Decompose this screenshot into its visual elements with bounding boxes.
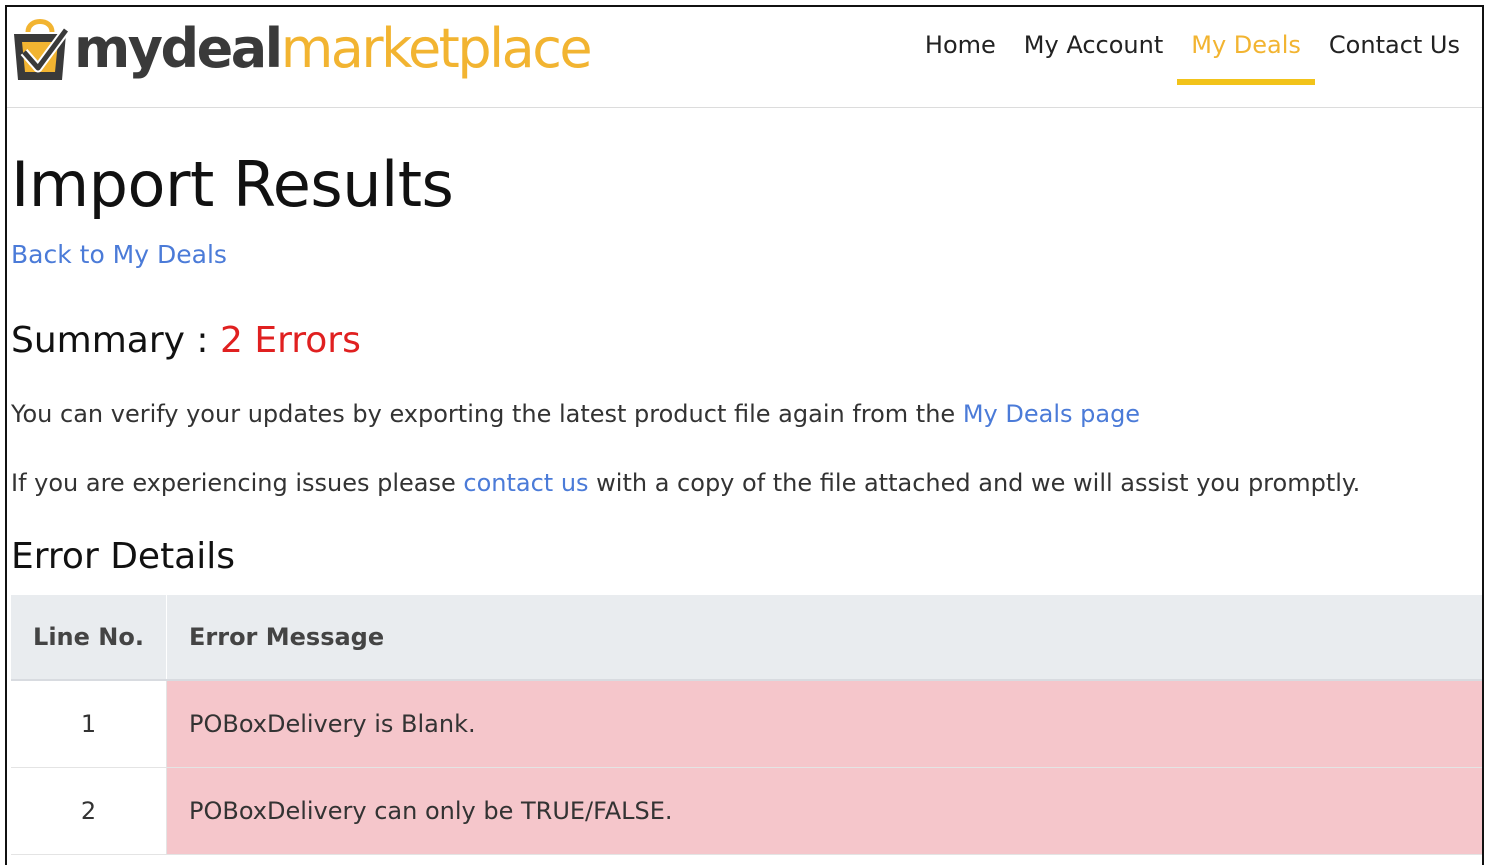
table-row: 2 POBoxDelivery can only be TRUE/FALSE. bbox=[11, 767, 1482, 855]
verify-paragraph: You can verify your updates by exporting… bbox=[11, 400, 1140, 428]
my-deals-page-link[interactable]: My Deals page bbox=[963, 400, 1140, 428]
line-number-cell: 1 bbox=[11, 680, 167, 768]
column-header-error-message: Error Message bbox=[166, 595, 1482, 681]
error-details-table: Line No. Error Message 1 POBoxDelivery i… bbox=[11, 595, 1482, 855]
error-count: 2 Errors bbox=[220, 320, 361, 361]
contact-us-link[interactable]: contact us bbox=[463, 469, 588, 497]
table-header-row: Line No. Error Message bbox=[11, 595, 1482, 681]
error-message-cell: POBoxDelivery can only be TRUE/FALSE. bbox=[166, 767, 1482, 855]
main-nav: Home My Account My Deals Contact Us bbox=[911, 25, 1474, 85]
nav-home[interactable]: Home bbox=[911, 25, 1010, 85]
logo-text-mydeal: mydeal bbox=[74, 17, 283, 80]
column-header-line-no: Line No. bbox=[11, 595, 167, 681]
issues-text-post: with a copy of the file attached and we … bbox=[588, 469, 1361, 497]
summary-label: Summary : bbox=[11, 320, 220, 361]
logo-wordmark: mydealmarketplace bbox=[74, 22, 593, 76]
issues-paragraph: If you are experiencing issues please co… bbox=[11, 469, 1360, 497]
error-message-cell: POBoxDelivery is Blank. bbox=[166, 680, 1482, 768]
site-logo[interactable]: mydealmarketplace bbox=[12, 9, 593, 89]
issues-text-pre: If you are experiencing issues please bbox=[11, 469, 464, 497]
nav-my-account[interactable]: My Account bbox=[1010, 25, 1177, 85]
nav-my-deals[interactable]: My Deals bbox=[1177, 25, 1315, 85]
page-title: Import Results bbox=[11, 148, 454, 221]
nav-contact-us[interactable]: Contact Us bbox=[1315, 25, 1474, 85]
summary-heading: Summary : 2 Errors bbox=[11, 320, 361, 361]
error-details-heading: Error Details bbox=[11, 536, 235, 577]
verify-text: You can verify your updates by exporting… bbox=[11, 400, 963, 428]
site-header: mydealmarketplace Home My Account My Dea… bbox=[7, 7, 1482, 108]
line-number-cell: 2 bbox=[11, 767, 167, 855]
logo-text-marketplace: marketplace bbox=[280, 17, 593, 80]
shopping-bag-check-icon bbox=[14, 19, 68, 80]
table-row: 1 POBoxDelivery is Blank. bbox=[11, 680, 1482, 768]
back-to-my-deals-link[interactable]: Back to My Deals bbox=[11, 240, 227, 269]
